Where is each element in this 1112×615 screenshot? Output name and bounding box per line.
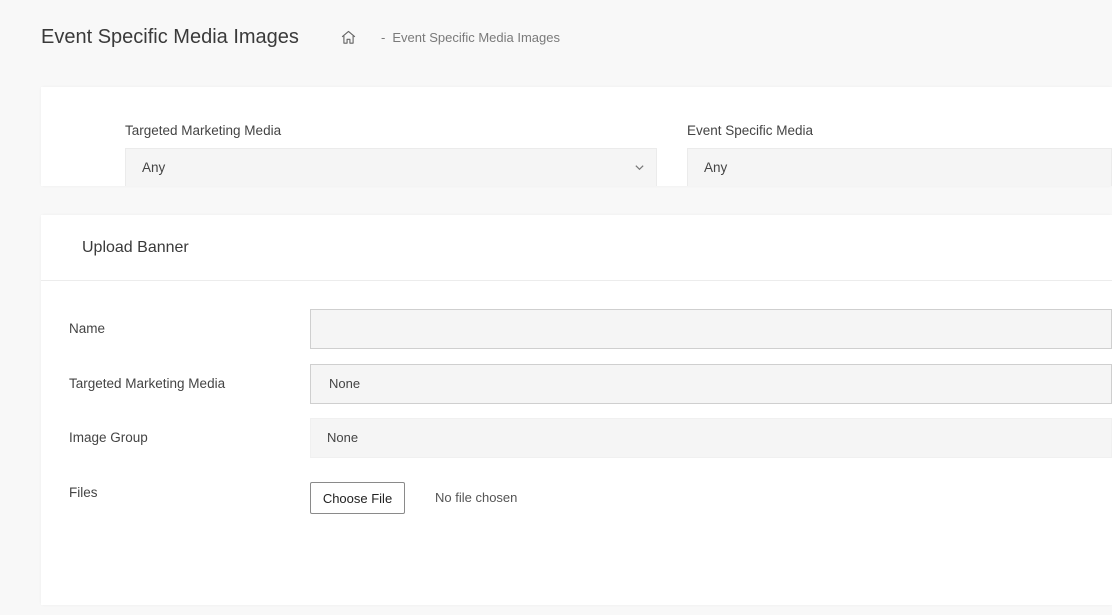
breadcrumb: - Event Specific Media Images [340, 29, 560, 46]
name-input[interactable] [310, 309, 1112, 349]
upload-banner-header: Upload Banner [41, 215, 1112, 281]
file-status: No file chosen [435, 490, 518, 505]
chevron-down-icon [635, 165, 644, 171]
name-label: Name [69, 321, 106, 336]
image-group-label: Image Group [69, 430, 148, 445]
targeted-marketing-select[interactable]: None [310, 364, 1112, 404]
choose-file-button[interactable]: Choose File [310, 482, 405, 514]
event-specific-filter-value: Any [704, 160, 728, 175]
targeted-marketing-filter-label: Targeted Marketing Media [125, 123, 282, 138]
image-group-select[interactable]: None [310, 418, 1112, 458]
event-specific-filter-select[interactable]: Any [687, 148, 1112, 186]
image-group-value: None [327, 430, 359, 445]
page-title: Event Specific Media Images [41, 26, 299, 48]
targeted-marketing-value: None [329, 376, 361, 391]
event-specific-filter-label: Event Specific Media [687, 123, 814, 138]
files-label: Files [69, 485, 98, 500]
home-icon[interactable] [340, 29, 357, 46]
upload-banner-title: Upload Banner [82, 239, 189, 256]
filter-card: Targeted Marketing Media Any Event Speci… [41, 87, 1112, 186]
breadcrumb-separator: - [381, 30, 386, 45]
upload-banner-card: Upload Banner Name Targeted Marketing Me… [41, 215, 1112, 605]
targeted-marketing-filter-value: Any [142, 160, 166, 175]
breadcrumb-current: Event Specific Media Images [392, 30, 560, 45]
targeted-marketing-label: Targeted Marketing Media [69, 376, 226, 391]
targeted-marketing-filter-select[interactable]: Any [125, 148, 657, 186]
page: Event Specific Media Images - Event Spec… [0, 0, 1112, 615]
